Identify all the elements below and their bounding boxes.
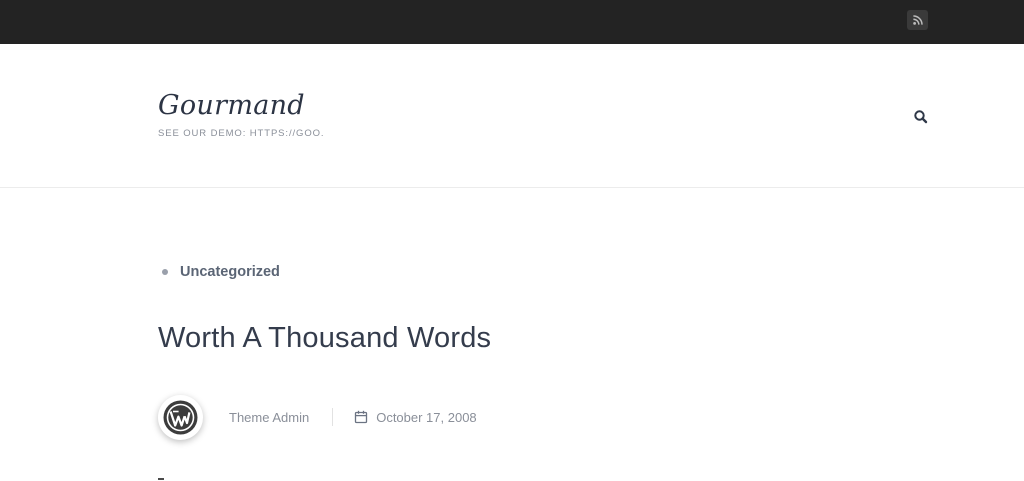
search-icon: [914, 110, 928, 124]
meta-divider: [332, 408, 334, 426]
rss-icon: [912, 15, 923, 25]
category-link[interactable]: Uncategorized: [180, 264, 280, 280]
rss-button[interactable]: [907, 10, 928, 30]
site-branding: Gourmand SEE OUR DEMO: HTTPS://GOO.: [158, 88, 324, 139]
top-bar: [0, 0, 1024, 44]
site-title[interactable]: Gourmand: [158, 88, 324, 124]
author-link[interactable]: Theme Admin: [229, 410, 309, 425]
post-title[interactable]: Worth A Thousand Words: [158, 322, 491, 355]
site-header: Gourmand SEE OUR DEMO: HTTPS://GOO.: [0, 44, 1024, 188]
author-avatar[interactable]: [158, 394, 203, 440]
search-button[interactable]: [912, 108, 930, 126]
post-meta: Theme Admin October 17, 2008: [158, 394, 477, 440]
category-bullet: [162, 269, 168, 275]
calendar-icon: [355, 410, 368, 424]
wordpress-logo-icon: [163, 400, 198, 434]
post-date-link[interactable]: October 17, 2008: [376, 410, 476, 425]
post-category[interactable]: Uncategorized: [162, 264, 280, 280]
site-tagline: SEE OUR DEMO: HTTPS://GOO.: [158, 128, 325, 139]
post-content-start: [158, 478, 164, 480]
